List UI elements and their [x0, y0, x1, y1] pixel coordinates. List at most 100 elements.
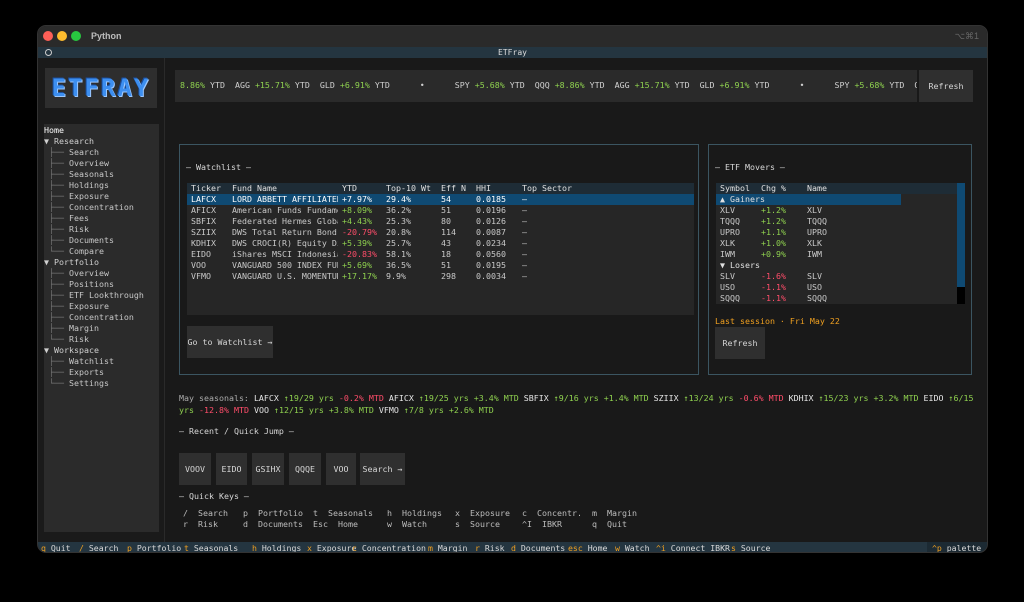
column-header[interactable]: HHI [476, 183, 491, 194]
seasonal-ticker[interactable]: KDHIX [789, 393, 814, 403]
sidebar-item-overview[interactable]: ├── Overview [44, 268, 159, 279]
mover-row[interactable]: XLV +1.2% XLV [716, 205, 901, 216]
sidebar-item-positions[interactable]: ├── Positions [44, 279, 159, 290]
movers-scrollbar[interactable] [957, 183, 965, 304]
table-row[interactable]: KDHIX DWS CROCI(R) Equity Di +5.39% 25.7% 43… [187, 238, 694, 249]
sidebar-item-documents[interactable]: ├── Documents [44, 235, 159, 246]
sidebar-item-concentration[interactable]: ├── Concentration [44, 312, 159, 323]
mover-row[interactable]: TQQQ +1.2% TQQQ [716, 216, 901, 227]
losers-group[interactable]: ▼ Losers [716, 260, 901, 271]
seasonal-ticker[interactable]: EIDO [923, 393, 943, 403]
status-portfolio[interactable]: p Portfolio [127, 542, 181, 552]
sidebar-item-exposure[interactable]: ├── Exposure [44, 191, 159, 202]
mover-row[interactable]: SQQQ -1.1% SQQQ [716, 293, 901, 304]
sidebar-item-holdings[interactable]: ├── Holdings [44, 180, 159, 191]
movers-refresh-button[interactable]: Refresh [715, 327, 765, 359]
seasonal-ticker[interactable]: LAFCX [254, 393, 279, 403]
seasonal-ticker[interactable]: SZIIX [654, 393, 679, 403]
sidebar-item-settings[interactable]: └── Settings [44, 378, 159, 389]
table-row[interactable]: VOO VANGUARD 500 INDEX FUN +5.69% 36.5% 51 0.… [187, 260, 694, 271]
sidebar-item-risk[interactable]: ├── Risk [44, 224, 159, 235]
seasonal-ticker[interactable]: AFICX [389, 393, 414, 403]
go-to-watchlist-button[interactable]: Go to Watchlist → [187, 326, 273, 358]
ticker-symbol: YTD QQQ [889, 80, 917, 90]
sidebar-item-margin[interactable]: ├── Margin [44, 323, 159, 334]
mover-row[interactable]: USO -1.1% USO [716, 282, 901, 293]
sidebar-item-concentration[interactable]: ├── Concentration [44, 202, 159, 213]
status-quit[interactable]: q Quit [41, 542, 71, 552]
table-row[interactable]: AFICX American Funds Fundame +8.09% 36.2% 51… [187, 205, 694, 216]
column-header[interactable]: Chg % [761, 183, 786, 194]
column-header[interactable]: Symbol [720, 183, 750, 194]
status-margin[interactable]: m Margin [428, 542, 467, 552]
status-concentration[interactable]: c Concentration [352, 542, 426, 552]
sidebar-item-search[interactable]: ├── Search [44, 147, 159, 158]
seasonal-ticker[interactable]: VOO [254, 405, 269, 415]
table-row[interactable]: SZIIX DWS Total Return Bond -20.79% 20.8% 11… [187, 227, 694, 238]
status-key: t [184, 543, 189, 553]
sidebar-item-etf-lookthrough[interactable]: ├── ETF Lookthrough [44, 290, 159, 301]
table-row[interactable]: EIDO iShares MSCI Indonesia -20.83% 58.1% 18… [187, 249, 694, 260]
gainers-group[interactable]: ▲ Gainers [716, 194, 901, 205]
quick-jump-qqqe[interactable]: QQQE [289, 453, 321, 485]
cell-name: Federated Hermes Globa [232, 216, 338, 226]
table-row[interactable]: SBFIX Federated Hermes Globa +4.43% 25.3% 80… [187, 216, 694, 227]
palette-shortcut[interactable]: ^p palette [927, 542, 987, 552]
sidebar-item-portfolio[interactable]: ▼ Portfolio [44, 257, 159, 268]
minimize-window-button[interactable] [57, 31, 67, 41]
mover-row[interactable]: SLV -1.6% SLV [716, 271, 901, 282]
quick-jump-gsihx[interactable]: GSIHX [252, 453, 284, 485]
column-header[interactable]: Top Sector [522, 183, 572, 194]
status-key: / [79, 543, 84, 553]
column-header[interactable]: Fund Name [232, 183, 277, 194]
mover-row[interactable]: IWM +0.9% IWM [716, 249, 901, 260]
mover-row[interactable]: XLK +1.0% XLK [716, 238, 901, 249]
cell-name: IWM [807, 249, 822, 259]
status-source[interactable]: s Source [731, 542, 770, 552]
cell-hhi: 0.0185 [476, 194, 506, 204]
ticker-refresh-button[interactable]: Refresh [919, 70, 973, 102]
watchlist-table[interactable]: Ticker Fund Name YTD Top-10 Wt Eff N HHI Top S… [187, 183, 694, 315]
close-window-button[interactable] [43, 31, 53, 41]
column-header[interactable]: Ticker [191, 183, 221, 194]
scrollbar-thumb[interactable] [957, 287, 965, 304]
table-row[interactable]: LAFCX LORD ABBETT AFFILIATED +7.97% 29.4% 54… [187, 194, 694, 205]
quick-jump-eido[interactable]: EIDO [216, 453, 247, 485]
column-header[interactable]: YTD [342, 183, 357, 194]
column-header[interactable]: Top-10 Wt [386, 183, 431, 194]
status-documents[interactable]: d Documents [511, 542, 565, 552]
quick-jump-search[interactable]: Search → [360, 453, 405, 485]
quick-jump-voov[interactable]: VOOV [179, 453, 211, 485]
sidebar-item-fees[interactable]: ├── Fees [44, 213, 159, 224]
sidebar-item-exposure[interactable]: ├── Exposure [44, 301, 159, 312]
status-search[interactable]: / Search [79, 542, 118, 553]
sidebar-item-workspace[interactable]: ▼ Workspace [44, 345, 159, 356]
status-exposure[interactable]: x Exposure [307, 542, 356, 552]
sidebar-item-compare[interactable]: └── Compare [44, 246, 159, 257]
status-holdings[interactable]: h Holdings [252, 542, 301, 552]
status-watch[interactable]: w Watch [615, 542, 650, 552]
status-seasonals[interactable]: t Seasonals [184, 542, 238, 553]
cell-effn: 80 [441, 216, 451, 226]
quick-jump-voo[interactable]: VOO [326, 453, 356, 485]
seasonal-ticker[interactable]: SBFIX [524, 393, 549, 403]
seasonal-ticker[interactable]: VFMO [379, 405, 399, 415]
sidebar-item-watchlist[interactable]: ├── Watchlist [44, 356, 159, 367]
status-risk[interactable]: r Risk [475, 542, 505, 552]
zoom-window-button[interactable] [71, 31, 81, 41]
mover-row[interactable]: UPRO +1.1% UPRO [716, 227, 901, 238]
movers-table[interactable]: Symbol Chg % Name ▲ Gainers XLV +1.2% XLV TQQQ +… [716, 183, 965, 304]
sidebar-item-research[interactable]: ▼ Research [44, 136, 159, 147]
sidebar-item-home[interactable]: Home [44, 125, 159, 136]
column-header[interactable]: Eff N [441, 183, 466, 194]
sidebar-item-risk[interactable]: └── Risk [44, 334, 159, 345]
table-row[interactable]: VFMO VANGUARD U.S. MOMENTUM +17.17% 9.9% 298… [187, 271, 694, 282]
status-connect-ibkr[interactable]: ^i Connect IBKR [656, 542, 730, 552]
column-header[interactable]: Name [807, 183, 827, 194]
status-home[interactable]: esc Home [568, 542, 607, 552]
sidebar-item-seasonals[interactable]: ├── Seasonals [44, 169, 159, 180]
sidebar-item-overview[interactable]: ├── Overview [44, 158, 159, 169]
cell-sym: SQQQ [720, 293, 740, 303]
seasonal-years: ↑7/8 yrs [403, 405, 444, 415]
sidebar-item-exports[interactable]: ├── Exports [44, 367, 159, 378]
